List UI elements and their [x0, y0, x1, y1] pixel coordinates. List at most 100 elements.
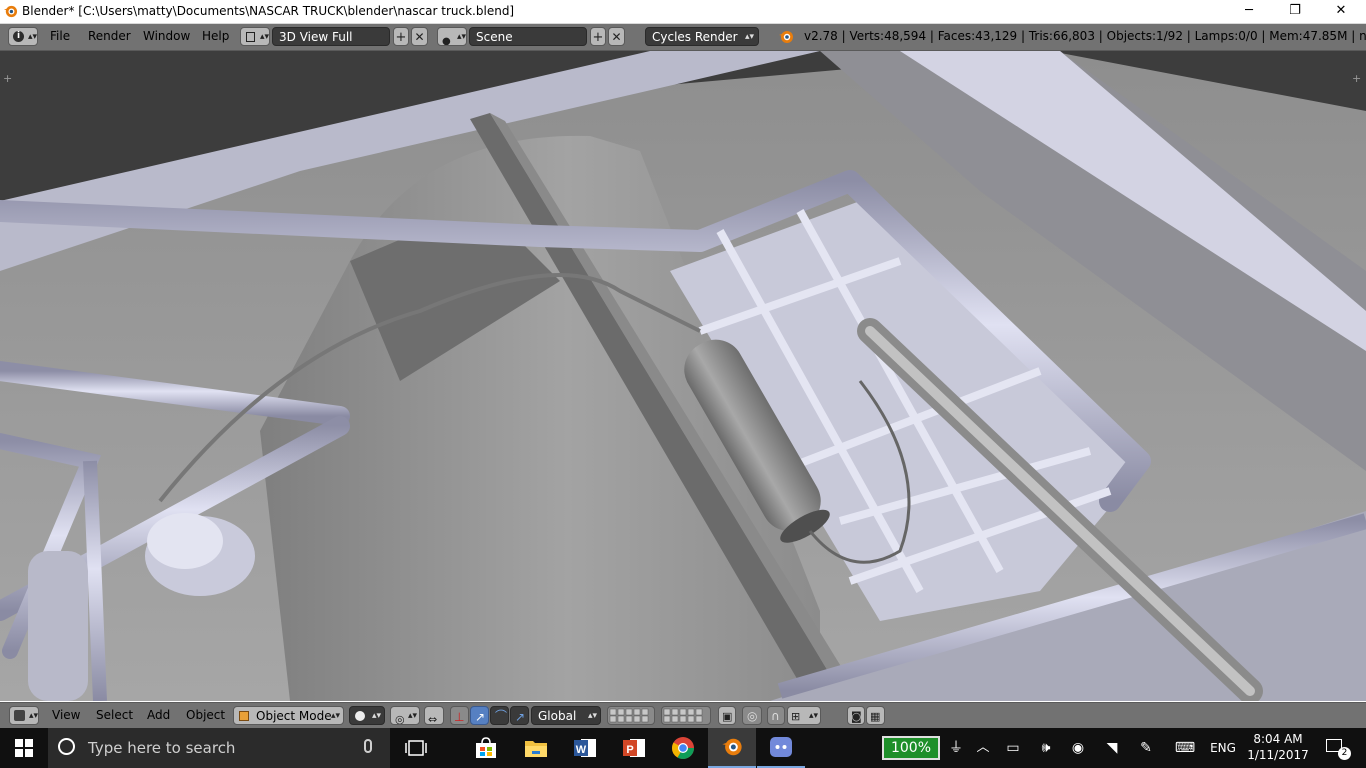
3d-view-header: ▴▾ View Select Add Object Object Mode ▴▾… — [0, 702, 1366, 729]
taskbar-discord[interactable] — [757, 728, 805, 768]
notification-count: 2 — [1338, 747, 1351, 760]
3d-view-icon — [14, 710, 25, 721]
discord-icon — [770, 737, 792, 757]
menu-render[interactable]: Render — [88, 27, 131, 46]
render-animation-button[interactable]: ▦ — [866, 706, 885, 725]
rotate-icon: ↗ — [475, 710, 486, 724]
transform-orientation-dropdown[interactable]: Global ▴▾ — [531, 706, 601, 725]
clock-date: 1/11/2017 — [1247, 748, 1309, 762]
add-screen-button[interactable]: + — [393, 27, 409, 46]
menu-add[interactable]: Add — [147, 706, 170, 725]
scene-statistics: v2.78 | Verts:48,594 | Faces:43,129 | Tr… — [804, 29, 1366, 43]
editor-type-selector[interactable]: i ▴▾ — [8, 27, 38, 46]
menu-object[interactable]: Object — [186, 706, 225, 725]
proportional-editing-button[interactable]: ◎ — [742, 706, 762, 725]
blender-logo-icon — [778, 29, 794, 49]
powerpoint-icon: P — [623, 739, 645, 757]
menu-window[interactable]: Window — [143, 27, 190, 46]
layers-grid-2[interactable] — [661, 706, 711, 725]
lock-icon: ▣ — [722, 710, 733, 723]
pivot-icon: ◎ — [395, 713, 405, 725]
clock[interactable]: 8:04 AM 1/11/2017 — [1246, 728, 1310, 768]
manipulator-icon: ⇔ — [428, 713, 438, 725]
mode-dropdown[interactable]: Object Mode ▴▾ — [233, 706, 344, 725]
manipulator-toggle[interactable]: ⇔ — [424, 706, 444, 725]
chevron-updown-icon: ▴▾ — [457, 32, 467, 42]
chevron-updown-icon: ▴▾ — [371, 711, 381, 721]
power-plug-icon[interactable]: ⏚ — [944, 728, 968, 768]
taskbar-file-explorer[interactable] — [512, 728, 560, 768]
info-icon: i — [13, 31, 24, 42]
translate-manipulator-button[interactable]: ⊥ — [450, 706, 469, 725]
lock-camera-button[interactable]: ▣ — [718, 706, 736, 725]
add-scene-button[interactable]: + — [590, 27, 606, 46]
render-image-button[interactable]: ◙ — [847, 706, 865, 725]
taskbar-blender[interactable] — [708, 728, 756, 768]
search-box[interactable]: Type here to search — [48, 728, 390, 768]
scene-field[interactable]: Scene — [469, 27, 587, 46]
volume-icon[interactable]: 🕪 — [1034, 728, 1058, 768]
wifi-icon[interactable]: ◥ — [1100, 728, 1124, 768]
screen-layout-icon — [246, 32, 255, 42]
microphone-icon[interactable] — [364, 739, 372, 753]
camera-icon: ◙ — [851, 710, 862, 723]
snap-element-dropdown[interactable]: ⊞ ▴▾ — [787, 706, 821, 725]
scene-selector[interactable]: ● ▴▾ — [437, 27, 467, 46]
close-button[interactable]: ✕ — [1318, 0, 1364, 23]
layers-grid-1[interactable] — [607, 706, 655, 725]
arc-manipulator-button[interactable]: ⌒ — [490, 706, 509, 725]
restore-button[interactable]: ❐ — [1272, 0, 1318, 23]
delete-scene-button[interactable]: ✕ — [608, 27, 625, 46]
menu-file[interactable]: File — [50, 27, 70, 46]
screen-layout-field[interactable]: 3D View Full — [272, 27, 390, 46]
battery-percentage[interactable]: 100% — [882, 736, 940, 760]
chevron-updown-icon: ▴▾ — [330, 711, 340, 721]
taskbar-chrome[interactable] — [659, 728, 707, 768]
blender-logo-icon — [722, 738, 742, 756]
menu-help[interactable]: Help — [202, 27, 229, 46]
minimize-button[interactable]: ─ — [1226, 0, 1272, 23]
window-title: Blender* [C:\Users\matty\Documents\NASCA… — [22, 4, 515, 18]
editor-type-selector[interactable]: ▴▾ — [9, 706, 39, 725]
windows-logo-icon — [15, 739, 33, 757]
clock-time: 8:04 AM — [1253, 732, 1303, 746]
viewport-shading-dropdown[interactable]: ▴▾ — [349, 706, 385, 725]
windows-taskbar: Type here to search W P 100% ⏚ ︿ ▭ 🕪 ◉ ◥… — [0, 728, 1366, 768]
blender-logo-icon — [3, 4, 18, 23]
search-placeholder: Type here to search — [88, 739, 236, 757]
language-indicator[interactable]: ENG — [1206, 728, 1240, 768]
keyboard-icon[interactable]: ⌨ — [1172, 728, 1198, 768]
tray-overflow-icon[interactable]: ︿ — [972, 728, 994, 768]
layers-icon — [609, 708, 649, 723]
chevron-updown-icon: ▴▾ — [407, 711, 417, 721]
menu-select[interactable]: Select — [96, 706, 133, 725]
pivot-point-dropdown[interactable]: ◎ ▴▾ — [390, 706, 420, 725]
3d-viewport[interactable]: + + — [0, 51, 1366, 701]
svg-text:P: P — [626, 744, 633, 756]
action-center-button[interactable]: 2 — [1318, 728, 1366, 768]
layers-icon — [663, 708, 703, 723]
start-button[interactable] — [0, 728, 48, 768]
snap-toggle[interactable]: ∩ — [767, 706, 785, 725]
pen-icon[interactable]: ✎ — [1134, 728, 1158, 768]
snap-increment-icon: ⊞ — [791, 710, 801, 723]
folder-icon — [525, 741, 547, 757]
battery-icon[interactable]: ▭ — [1000, 728, 1026, 768]
rotate-manipulator-button[interactable]: ↗ — [470, 706, 489, 725]
scale-manipulator-button[interactable]: ↗ — [510, 706, 529, 725]
scale-icon: ↗ — [515, 710, 526, 724]
chevron-updown-icon: ▴▾ — [808, 711, 818, 721]
taskbar-store[interactable] — [462, 728, 510, 768]
taskbar-powerpoint[interactable]: P — [610, 728, 658, 768]
word-icon: W — [574, 739, 596, 757]
screen-layout-selector[interactable]: ▴▾ — [240, 27, 270, 46]
steam-icon[interactable]: ◉ — [1066, 728, 1090, 768]
side-bottle — [28, 551, 88, 701]
delete-screen-button[interactable]: ✕ — [411, 27, 428, 46]
render-engine-dropdown[interactable]: Cycles Render ▴▾ — [645, 27, 759, 46]
menu-view[interactable]: View — [52, 706, 80, 725]
svg-text:W: W — [576, 744, 587, 756]
task-view-button[interactable] — [392, 728, 440, 768]
taskbar-word[interactable]: W — [561, 728, 609, 768]
chevron-updown-icon: ▴▾ — [744, 32, 754, 42]
